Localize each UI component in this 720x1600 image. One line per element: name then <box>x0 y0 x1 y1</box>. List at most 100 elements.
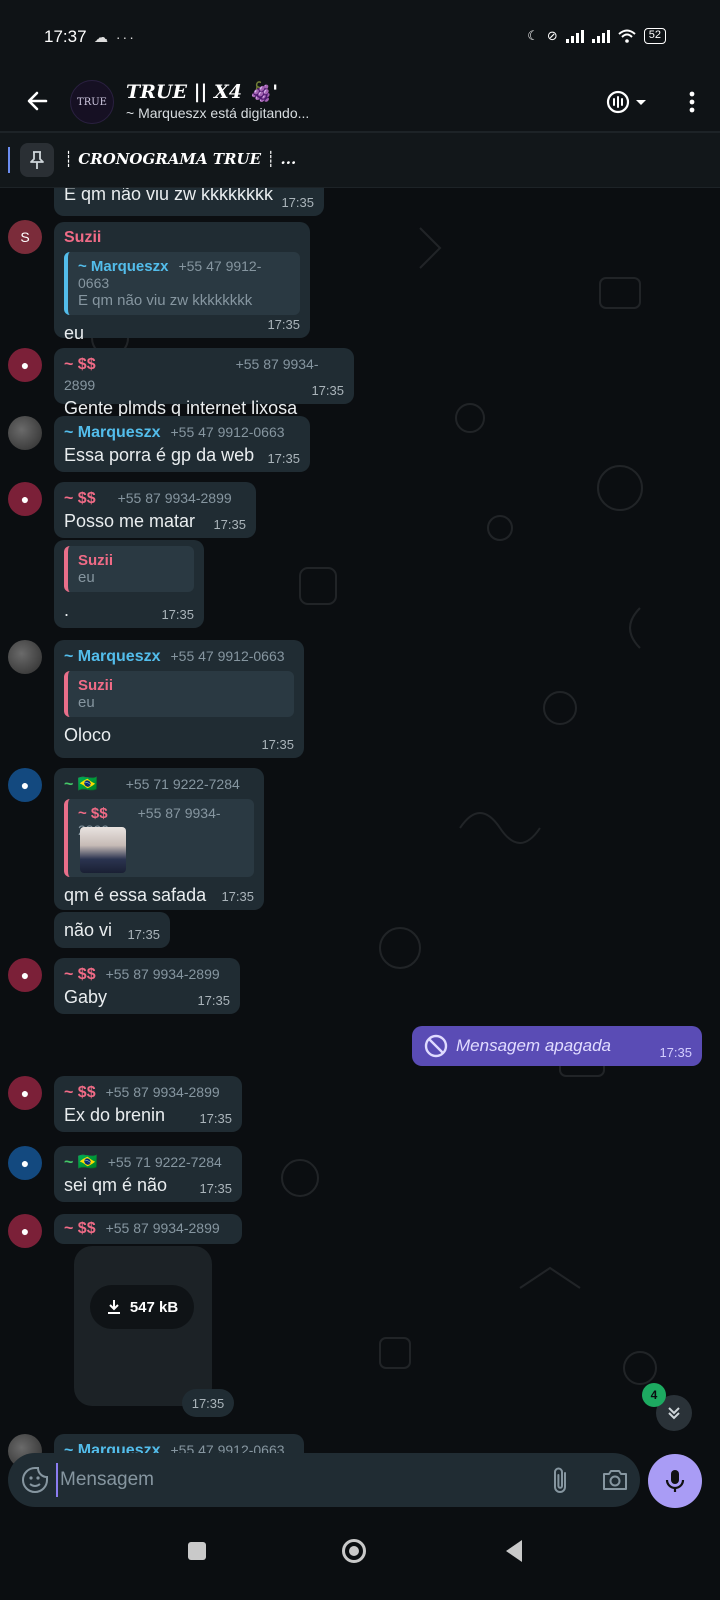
pinned-message-bar[interactable]: ┊ CRONOGRAMA TRUE ┊ ... <box>0 133 720 188</box>
person-icon: ● <box>20 967 30 983</box>
message-bubble[interactable]: ~ $$ +55 87 9934-2899 Posso me matar 17:3… <box>54 482 256 538</box>
emoji-sticker-icon[interactable] <box>20 1465 50 1495</box>
sender-line: ~ Marqueszx +55 47 9912-0663 <box>64 646 294 667</box>
message-bubble[interactable]: ~ 🇧🇷 +55 71 9222-7284 sei qm é não 17:35 <box>54 1146 242 1202</box>
message-bubble[interactable]: E qm não viu zw kkkkkkkk 17:35 <box>54 188 324 216</box>
voice-record-button[interactable] <box>648 1454 702 1508</box>
pin-icon <box>20 143 54 177</box>
camera-icon[interactable] <box>600 1465 630 1495</box>
person-icon: ● <box>20 1085 30 1101</box>
message-bubble[interactable]: ~ $$ +55 87 9934-2899 Gaby 17:35 <box>54 958 240 1014</box>
sender-phone: +55 87 9934-2899 <box>117 490 232 506</box>
message-time: 17:35 <box>659 1045 692 1060</box>
sender-name: ~ 🇧🇷 <box>64 776 98 793</box>
message-text: Oloco <box>64 725 112 745</box>
quoted-message[interactable]: ~ Marqueszx +55 47 9912-0663 E qm não viu… <box>64 252 300 315</box>
sender-avatar[interactable]: S <box>8 220 42 254</box>
quoted-sender-name: ~ $$ <box>78 805 108 822</box>
group-title[interactable]: TRUE || X4 🍇' <box>126 80 278 103</box>
message-bubble[interactable]: ~ 🇧🇷 +55 71 9222-7284 ~ $$+55 87 9934-289… <box>54 768 264 910</box>
group-avatar[interactable]: TRUE <box>70 80 114 124</box>
download-size: 547 kB <box>129 1298 179 1316</box>
message-bubble[interactable]: ~ $$ +55 87 9934-2899 <box>54 1214 242 1244</box>
message-bubble[interactable]: ~ Marqueszx +55 47 9912-0663 Suzii eu Olo… <box>54 640 304 758</box>
status-time: 17:37 <box>44 27 87 46</box>
media-time: 17:35 <box>182 1389 234 1417</box>
sender-avatar[interactable]: ● <box>8 348 42 382</box>
message-bubble[interactable]: ~ $$ +55 87 9934-2899 Gente plmds q inter… <box>54 348 354 418</box>
recent-apps-button[interactable] <box>188 1542 206 1560</box>
message-time: 17:35 <box>197 993 230 1008</box>
quoted-message[interactable]: ~ $$+55 87 9934-2899 <box>64 799 254 877</box>
sender-avatar[interactable]: ● <box>8 958 42 992</box>
sender-phone: +55 87 9934-2899 <box>105 1084 220 1100</box>
download-icon <box>107 1300 120 1314</box>
sender-name: ~ Marqueszx <box>64 648 161 665</box>
sender-phone: +55 71 9222-7284 <box>125 776 240 792</box>
person-icon: ● <box>20 777 30 793</box>
unread-count-badge: 4 <box>642 1383 666 1407</box>
alarm-off-icon: ⊘ <box>546 28 558 43</box>
sender-avatar[interactable]: ● <box>8 1076 42 1110</box>
wifi-icon <box>618 29 636 43</box>
download-button[interactable]: 547 kB <box>90 1285 194 1329</box>
more-options-icon[interactable] <box>680 88 704 116</box>
quoted-sender-name: ~ Marqueszx <box>78 258 169 275</box>
quoted-text: eu <box>78 569 95 586</box>
person-icon: ● <box>20 357 30 373</box>
chat-header: TRUE TRUE || X4 🍇' ~ Marqueszx está digi… <box>0 78 720 131</box>
sender-name: ~ $$ <box>64 490 96 507</box>
sender-avatar[interactable]: ● <box>8 482 42 516</box>
sender-avatar[interactable] <box>8 640 42 674</box>
quoted-image-thumbnail <box>80 827 126 873</box>
message-bubble[interactable]: ~ $$ +55 87 9934-2899 Ex do brenin 17:35 <box>54 1076 242 1132</box>
home-dot <box>349 1546 359 1556</box>
sender-avatar[interactable]: ● <box>8 768 42 802</box>
attach-icon[interactable] <box>548 1465 574 1495</box>
microphone-icon <box>665 1470 685 1492</box>
person-icon: ● <box>20 1155 30 1171</box>
quoted-sender-name: Suzii <box>78 677 114 694</box>
sender-avatar[interactable] <box>8 416 42 450</box>
message-time: 17:35 <box>199 1111 232 1126</box>
voice-chat-dropdown-button[interactable] <box>606 88 652 116</box>
sender-phone: +55 87 9934-2899 <box>105 966 220 982</box>
back-arrow-icon[interactable] <box>22 86 52 116</box>
sender-line: ~ $$ +55 87 9934-2899 <box>64 1218 232 1239</box>
pinned-message-text: ┊ CRONOGRAMA TRUE ┊ ... <box>64 150 297 168</box>
message-time: 17:35 <box>161 607 194 622</box>
message-time: 17:35 <box>261 737 294 752</box>
message-time: 17:35 <box>199 1181 232 1196</box>
sender-avatar[interactable]: ● <box>8 1146 42 1180</box>
quoted-message[interactable]: Suzii eu <box>64 546 194 592</box>
sender-line: ~ $$ +55 87 9934-2899 <box>64 964 230 985</box>
home-button[interactable] <box>342 1539 366 1563</box>
sender-name: ~ $$ <box>64 966 96 983</box>
status-right-icons: ☾ ⊘ 52 <box>527 28 666 44</box>
sender-line: ~ $$ +55 87 9934-2899 <box>64 1082 232 1103</box>
system-back-button[interactable] <box>506 1540 522 1562</box>
message-time: 17:35 <box>213 517 246 532</box>
quoted-text: E qm não viu zw kkkkkkkk <box>78 292 253 309</box>
dnd-moon-icon: ☾ <box>527 28 539 43</box>
message-input[interactable] <box>56 1463 496 1497</box>
sender-name: ~ $$ <box>64 1220 96 1237</box>
outgoing-message-bubble[interactable]: Mensagem apagada 17:35 <box>412 1026 702 1066</box>
sender-phone: +55 47 9912-0663 <box>170 424 285 440</box>
sender-phone: +55 71 9222-7284 <box>107 1154 222 1170</box>
sender-line: ~ 🇧🇷 +55 71 9222-7284 <box>64 774 254 795</box>
message-bubble[interactable]: ~ Marqueszx +55 47 9912-0663 Essa porra é… <box>54 416 310 472</box>
message-bubble[interactable]: não vi 17:35 <box>54 912 170 948</box>
message-time: 17:35 <box>221 889 254 904</box>
message-bubble[interactable]: Suzii eu . 17:35 <box>54 540 204 628</box>
message-time: 17:35 <box>311 383 344 398</box>
sender-line: ~ $$ +55 87 9934-2899 <box>64 354 344 396</box>
group-avatar-text: TRUE <box>77 96 107 108</box>
quoted-message[interactable]: Suzii eu <box>64 671 294 717</box>
sender-name: ~ 🇧🇷 <box>64 1154 98 1171</box>
message-bubble[interactable]: Suzii ~ Marqueszx +55 47 9912-0663 E qm n… <box>54 222 310 343</box>
sender-avatar[interactable]: ● <box>8 1214 42 1248</box>
message-text: E qm não viu zw kkkkkkkk <box>64 188 274 204</box>
sender-line: ~ Marqueszx +55 47 9912-0663 <box>64 422 300 443</box>
deleted-message-text: Mensagem apagada <box>456 1036 612 1055</box>
